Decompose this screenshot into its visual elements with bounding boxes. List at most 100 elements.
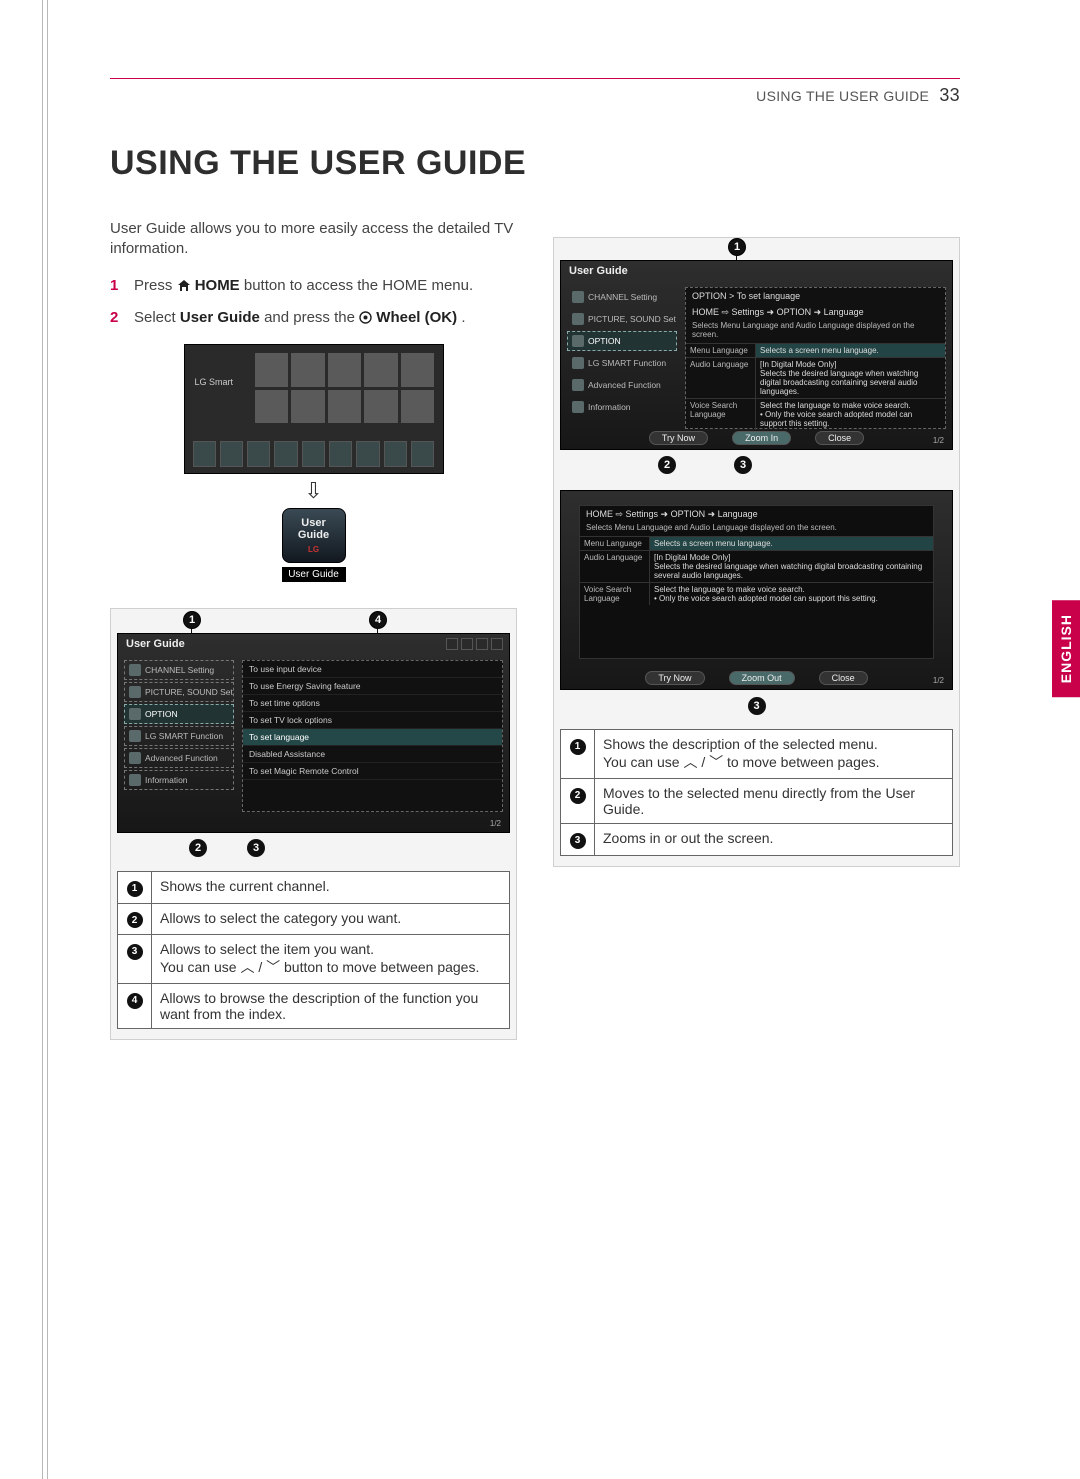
user-guide-screen-panel: 1 4 User Guide CHANNEL SettingPICTURE, S… xyxy=(110,608,517,1040)
sidebar-item[interactable]: Information xyxy=(124,770,234,790)
legend-text: Moves to the selected menu directly from… xyxy=(595,779,953,824)
zoom-in-button[interactable]: Zoom In xyxy=(732,431,791,445)
sidebar-item[interactable]: Advanced Function xyxy=(567,375,677,395)
list-item[interactable]: To set TV lock options xyxy=(243,712,502,729)
anno-2: 2 xyxy=(658,456,676,474)
list-item[interactable]: Disabled Assistance xyxy=(243,746,502,763)
list-item[interactable]: To set Magic Remote Control xyxy=(243,763,502,780)
setting-key: Voice Search Language xyxy=(580,583,650,605)
sidebar-item[interactable]: OPTION xyxy=(567,331,677,351)
close-icon xyxy=(491,638,503,650)
pager: 1/2 xyxy=(933,436,944,445)
pager: 1/2 xyxy=(490,819,501,828)
list-item[interactable]: To set time options xyxy=(243,695,502,712)
setting-value: Selects a screen menu language. xyxy=(756,344,945,357)
zoom-out-button[interactable]: Zoom Out xyxy=(729,671,795,685)
close-button[interactable]: Close xyxy=(815,431,864,445)
table-row: 1 Shows the current channel. xyxy=(118,872,510,904)
page-binding xyxy=(42,0,48,1479)
right-legend-table: 1 Shows the description of the selected … xyxy=(560,729,953,856)
table-row: 3 Allows to select the item you want. Yo… xyxy=(118,935,510,984)
sidebar-item-label: PICTURE, SOUND Setting xyxy=(145,687,234,697)
running-header: USING THE USER GUIDE 33 xyxy=(110,78,960,106)
setting-key: Audio Language xyxy=(686,358,756,398)
brand-label: LG Smart xyxy=(195,377,234,387)
table-row: 3 Zooms in or out the screen. xyxy=(561,824,953,856)
legend-text: Shows the description of the selected me… xyxy=(595,730,953,779)
home-icon xyxy=(177,278,191,298)
setting-value: Select the language to make voice search… xyxy=(650,583,933,605)
step-text: Select xyxy=(134,309,180,326)
wheel-ok-label: Wheel (OK) xyxy=(376,309,457,326)
sidebar-item[interactable]: Advanced Function xyxy=(124,748,234,768)
setting-key: Audio Language xyxy=(580,551,650,582)
crumb-sub: Selects Menu Language and Audio Language… xyxy=(686,321,945,343)
detail-pane: OPTION > To set language HOME ⇨ Settings… xyxy=(685,287,946,429)
category-icon xyxy=(572,291,584,303)
sidebar-item-label: OPTION xyxy=(145,709,178,719)
anno-4: 4 xyxy=(369,611,387,629)
try-now-button[interactable]: Try Now xyxy=(645,671,704,685)
sidebar-item[interactable]: PICTURE, SOUND Setting xyxy=(124,682,234,702)
step-2: 2 Select User Guide and press the Wheel … xyxy=(110,308,517,330)
crumb-sub: Selects Menu Language and Audio Language… xyxy=(580,523,933,536)
sidebar-item[interactable]: PICTURE, SOUND Setting xyxy=(567,309,677,329)
detail-screens-panel: 1 User Guide CHANNEL SettingPICTURE, SOU… xyxy=(553,237,960,867)
category-icon xyxy=(129,752,141,764)
left-legend-table: 1 Shows the current channel. 2 Allows to… xyxy=(117,871,510,1029)
legend-text: Shows the current channel. xyxy=(152,872,510,904)
category-icon xyxy=(129,730,141,742)
step-text: . xyxy=(461,309,465,326)
step-number: 2 xyxy=(110,308,124,330)
setting-row: Voice Search LanguageSelect the language… xyxy=(686,398,945,430)
category-icon xyxy=(572,335,584,347)
user-guide-label: User Guide xyxy=(180,309,260,326)
close-button[interactable]: Close xyxy=(819,671,868,685)
category-icon xyxy=(129,686,141,698)
page-content: USING THE USER GUIDE 33 USING THE USER G… xyxy=(110,78,960,1040)
sidebar-item[interactable]: Information xyxy=(567,397,677,417)
item-list: To use input deviceTo use Energy Saving … xyxy=(242,660,503,812)
section-label: USING THE USER GUIDE xyxy=(756,88,929,104)
crumb-title: OPTION > To set language xyxy=(686,288,945,304)
index-icon xyxy=(446,638,458,650)
list-item[interactable]: To set language xyxy=(243,729,502,746)
intro-text: User Guide allows you to more easily acc… xyxy=(110,219,517,260)
list-item[interactable]: To use input device xyxy=(243,661,502,678)
category-icon xyxy=(129,774,141,786)
legend-text: Allows to select the item you want. You … xyxy=(152,935,510,984)
setting-key: Menu Language xyxy=(686,344,756,357)
sidebar-item[interactable]: LG SMART Function xyxy=(567,353,677,373)
screen-title: User Guide xyxy=(561,261,952,281)
table-row: 4 Allows to browse the description of th… xyxy=(118,984,510,1029)
pager: 1/2 xyxy=(933,676,944,685)
legend-text: Allows to browse the description of the … xyxy=(152,984,510,1029)
right-column: 1 User Guide CHANNEL SettingPICTURE, SOU… xyxy=(553,219,960,1040)
sidebar-item[interactable]: CHANNEL Setting xyxy=(124,660,234,680)
anno-1: 1 xyxy=(183,611,201,629)
sidebar-item[interactable]: CHANNEL Setting xyxy=(567,287,677,307)
sidebar-item[interactable]: LG SMART Function xyxy=(124,726,234,746)
step-text: Press xyxy=(134,277,177,294)
step-text: and press the xyxy=(264,309,359,326)
try-now-button[interactable]: Try Now xyxy=(649,431,708,445)
category-icon xyxy=(572,401,584,413)
page-title: USING THE USER GUIDE xyxy=(110,144,960,183)
category-list: CHANNEL Setting PICTURE, SOUND Setting OPT… xyxy=(124,660,234,792)
sidebar-item-label: PICTURE, SOUND Setting xyxy=(588,314,677,324)
sidebar-item[interactable]: OPTION xyxy=(124,704,234,724)
list-item[interactable]: To use Energy Saving feature xyxy=(243,678,502,695)
user-guide-screen: User Guide CHANNEL SettingPICTURE, SOUND… xyxy=(117,633,510,833)
category-icon xyxy=(572,379,584,391)
crumb-path: HOME ⇨ Settings ➜ OPTION ➜ Language xyxy=(580,506,933,523)
max-icon xyxy=(476,638,488,650)
sidebar-item-label: CHANNEL Setting xyxy=(588,292,657,302)
setting-value: Select the language to make voice search… xyxy=(756,399,945,430)
home-menu-screenshot: LG Smart xyxy=(184,344,444,474)
category-icon xyxy=(572,357,584,369)
anno-2: 2 xyxy=(189,839,207,857)
step-number: 1 xyxy=(110,276,124,298)
sidebar-item-label: LG SMART Function xyxy=(588,358,666,368)
page-number: 33 xyxy=(939,85,960,105)
step-1: 1 Press HOME button to access the HOME m… xyxy=(110,276,517,298)
